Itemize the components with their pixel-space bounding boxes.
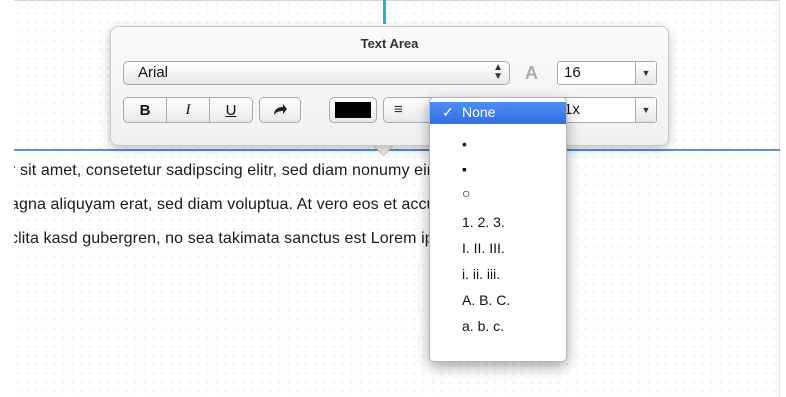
checkmark-icon: ✓ [442, 104, 454, 120]
menu-item-label: A. B. C. [462, 292, 511, 308]
alignment-guide-vertical [383, 0, 386, 24]
align-left-icon: ≡ [394, 101, 403, 118]
underline-button[interactable]: U [209, 98, 252, 122]
text-style-segmented-control: B I U [123, 97, 253, 123]
menu-item-label: ○ [462, 185, 471, 201]
font-size-combo[interactable]: 16 ▼ [557, 61, 657, 85]
menu-item-square[interactable]: ▪ [430, 158, 566, 182]
menu-item-label: i. ii. iii. [462, 266, 501, 282]
menu-item-label: None [462, 104, 496, 120]
menu-item-upper-alpha[interactable]: A. B. C. [430, 289, 566, 313]
text-color-well[interactable] [329, 97, 377, 123]
menu-item-numeric[interactable]: 1. 2. 3. [430, 211, 566, 235]
menu-item-label: a. b. c. [462, 318, 505, 334]
redo-arrow-icon [260, 98, 300, 122]
font-size-icon: A [525, 63, 538, 83]
text-area-inspector-popover: Text Area Arial ▲ ▼ A 16 ▼ B I U ≡ 1x ▼ [110, 26, 669, 146]
menu-item-label: I. II. III. [462, 240, 505, 256]
list-style-menu: ✓ None • ▪ ○ 1. 2. 3. I. II. III. i. ii.… [429, 97, 567, 362]
menu-item-label: • [462, 136, 467, 152]
menu-item-lower-roman[interactable]: i. ii. iii. [430, 263, 566, 287]
text-color-swatch [335, 102, 371, 118]
menu-item-lower-alpha[interactable]: a. b. c. [430, 315, 566, 339]
chevron-down-icon[interactable]: ▼ [635, 62, 656, 84]
chevron-down-icon[interactable]: ▼ [635, 98, 656, 122]
popover-title: Text Area [360, 36, 419, 51]
up-down-arrows-icon: ▲ ▼ [493, 62, 503, 82]
line-spacing-combo[interactable]: 1x ▼ [557, 97, 657, 123]
bold-button[interactable]: B [124, 98, 166, 122]
text-area-top-border [14, 149, 780, 151]
font-size-value[interactable]: 16 [564, 64, 581, 81]
menu-item-label: 1. 2. 3. [462, 214, 505, 230]
menu-item-bullet[interactable]: • [430, 133, 566, 157]
menu-item-circle[interactable]: ○ [430, 182, 566, 206]
font-family-value: Arial [138, 64, 169, 81]
font-family-select[interactable]: Arial ▲ ▼ [123, 61, 510, 85]
canvas-right-edge [779, 0, 780, 397]
menu-item-label: ▪ [462, 161, 467, 177]
menu-item-none[interactable]: ✓ None [430, 102, 566, 124]
menu-item-upper-roman[interactable]: I. II. III. [430, 237, 566, 261]
redo-button[interactable] [259, 97, 301, 123]
italic-button[interactable]: I [166, 98, 209, 122]
canvas-top-edge [14, 0, 780, 1]
